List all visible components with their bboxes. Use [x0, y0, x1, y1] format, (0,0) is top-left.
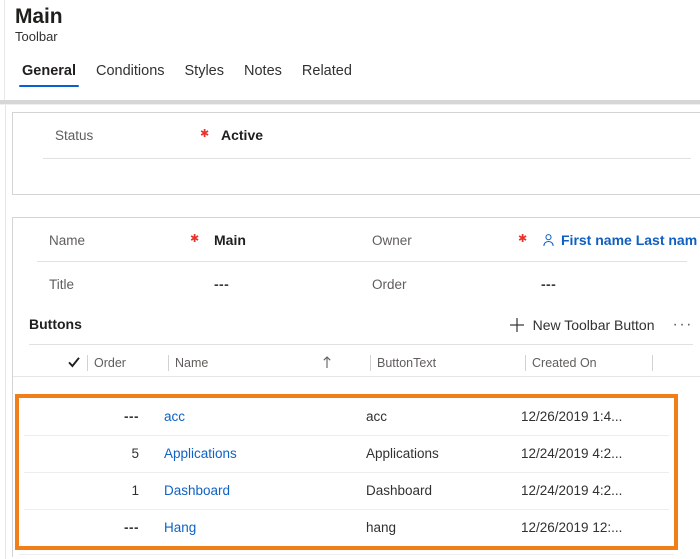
name-label: Name	[49, 232, 86, 248]
cell-name[interactable]: acc	[164, 398, 304, 435]
grid-header-sep-4	[525, 355, 526, 371]
owner-label: Owner	[372, 232, 412, 248]
cell-order: ---	[124, 520, 139, 535]
status-card: Status ✱ Active	[12, 112, 700, 195]
name-value[interactable]: Main	[214, 232, 246, 248]
cell-buttontext: acc	[366, 409, 388, 424]
cell-order: 1	[131, 483, 139, 498]
grid-rows-highlight-box: --- acc acc 12/26/2019 1:4... 5 Applicat…	[15, 394, 678, 550]
title-field-label-wrap: Title	[49, 262, 74, 306]
cell-name[interactable]: Hang	[164, 509, 304, 546]
subgrid-actions: New Toolbar Button ···	[507, 313, 693, 337]
status-field: Status	[55, 113, 93, 157]
table-row[interactable]: --- acc acc 12/26/2019 1:4...	[19, 398, 674, 435]
owner-required-marker: ✱	[518, 233, 528, 245]
column-header-created-on[interactable]: Created On	[532, 350, 597, 376]
tab-notes[interactable]: Notes	[234, 60, 292, 90]
order-value[interactable]: ---	[541, 276, 556, 292]
grid-next-row-partial	[19, 554, 674, 559]
owner-value[interactable]: First name Last nam	[561, 232, 697, 248]
tab-general[interactable]: General	[12, 60, 86, 90]
cell-order: ---	[124, 409, 139, 424]
title-label: Title	[49, 276, 75, 292]
subgrid-header: Buttons New Toolbar Button ···	[13, 306, 700, 344]
tab-conditions[interactable]: Conditions	[86, 60, 175, 90]
column-header-name[interactable]: Name	[175, 350, 208, 376]
status-row: Status ✱ Active	[13, 113, 700, 159]
cell-order: 5	[131, 446, 139, 461]
table-row[interactable]: 1 Dashboard Dashboard 12/24/2019 4:2...	[19, 472, 674, 509]
tab-related[interactable]: Related	[292, 60, 362, 90]
name-required-marker: ✱	[190, 233, 200, 245]
status-required-marker: ✱	[200, 128, 210, 140]
cell-name[interactable]: Dashboard	[164, 472, 304, 509]
name-field-label-wrap: Name	[49, 218, 85, 262]
name-owner-row: Name ✱ Main Owner ✱ First name Last nam	[13, 218, 700, 262]
cell-buttontext: hang	[366, 520, 397, 535]
body-left-rule	[5, 105, 6, 559]
select-all-checkmark-icon[interactable]	[67, 355, 81, 369]
new-toolbar-button[interactable]: New Toolbar Button	[533, 317, 655, 333]
page-subtitle: Toolbar	[15, 29, 58, 44]
cell-buttontext: Dashboard	[366, 483, 433, 498]
cell-created-on: 12/24/2019 4:2...	[521, 483, 623, 498]
cell-buttontext: Applications	[366, 446, 439, 461]
order-field-label-wrap: Order	[372, 262, 407, 306]
plus-icon[interactable]	[507, 315, 527, 335]
subgrid-title: Buttons	[29, 316, 82, 332]
table-row[interactable]: --- Hang hang 12/26/2019 12:...	[19, 509, 674, 546]
owner-field-label-wrap: Owner	[372, 218, 412, 262]
form-header: Main Toolbar General Conditions Styles N…	[0, 0, 700, 104]
table-row[interactable]: 5 Applications Applications 12/24/2019 4…	[19, 435, 674, 472]
status-value[interactable]: Active	[221, 127, 263, 143]
column-header-order[interactable]: Order	[94, 350, 126, 376]
page-title: Main	[15, 5, 63, 28]
order-label: Order	[372, 276, 407, 292]
grid-header-sep-3	[370, 355, 371, 371]
column-header-buttontext[interactable]: ButtonText	[377, 350, 436, 376]
cell-created-on: 12/24/2019 4:2...	[521, 446, 623, 461]
cell-created-on: 12/26/2019 1:4...	[521, 409, 623, 424]
cell-created-on: 12/26/2019 12:...	[521, 520, 623, 535]
status-row-separator	[43, 158, 691, 159]
tab-styles[interactable]: Styles	[175, 60, 235, 90]
overflow-menu-button[interactable]: ···	[673, 317, 693, 333]
person-icon	[541, 232, 556, 248]
title-order-row: Title --- Order ---	[13, 262, 700, 306]
grid-header-sep-1	[87, 355, 88, 371]
grid-rows: --- acc acc 12/26/2019 1:4... 5 Applicat…	[19, 398, 674, 546]
form-tabs: General Conditions Styles Notes Related	[12, 60, 362, 96]
subgrid-rule	[29, 344, 693, 345]
sort-ascending-arrow-icon[interactable]	[322, 354, 332, 370]
grid-header-sep-2	[168, 355, 169, 371]
grid-header-row: Order Name ButtonText Created On	[13, 350, 700, 377]
title-value[interactable]: ---	[214, 276, 229, 292]
status-label: Status	[55, 127, 94, 143]
header-left-rule	[0, 0, 5, 104]
cell-name[interactable]: Applications	[164, 435, 304, 472]
dynamics-form-page: Main Toolbar General Conditions Styles N…	[0, 0, 700, 559]
form-body: Status ✱ Active Name ✱ Main Owner ✱ Firs…	[0, 105, 700, 559]
grid-header-sep-5	[652, 355, 653, 371]
